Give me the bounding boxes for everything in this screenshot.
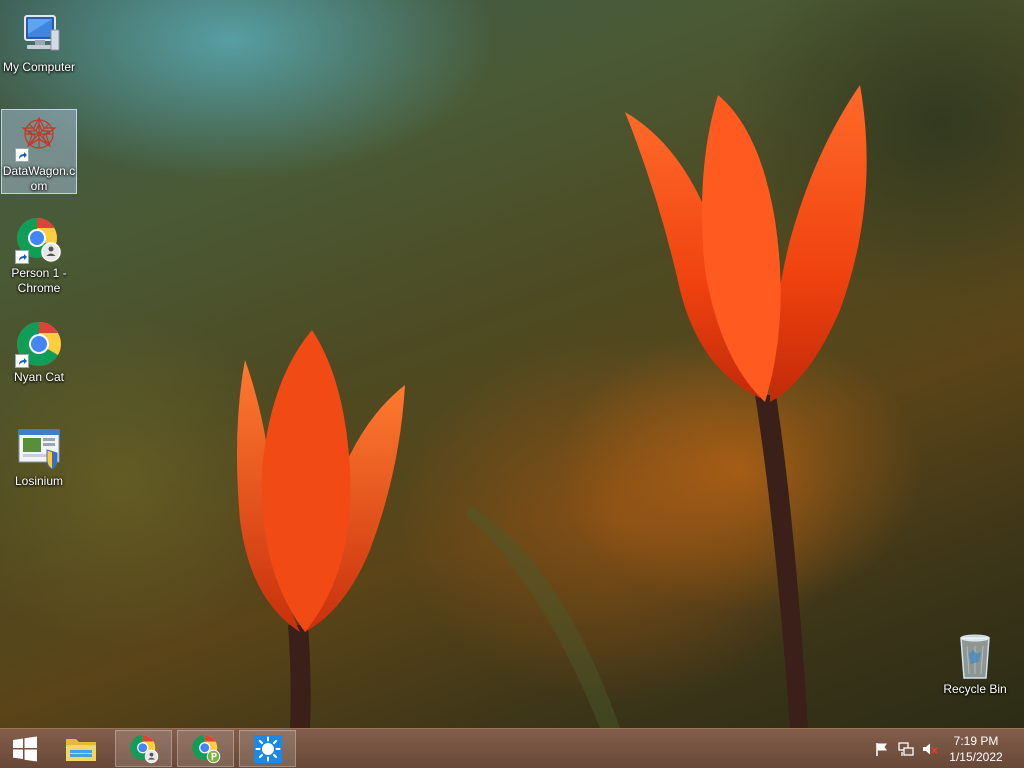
- flag-icon: [876, 743, 887, 756]
- desktop-icon-label: My Computer: [2, 60, 76, 74]
- windows-logo-icon: [13, 736, 37, 761]
- desktop-icon-label: Nyan Cat: [13, 370, 65, 384]
- network-icon: [898, 742, 914, 756]
- tray-volume[interactable]: [922, 741, 938, 757]
- sun-icon: [253, 734, 282, 763]
- chrome-person-icon: [15, 216, 63, 264]
- taskbar-chrome-person[interactable]: [115, 730, 172, 767]
- tray-action-center[interactable]: [874, 741, 890, 757]
- desktop[interactable]: My Computer DataWagon.com Person 1 - Chr…: [0, 0, 1024, 728]
- desktop-icon-label: Person 1 - Chrome: [11, 266, 67, 295]
- desktop-icon-my-computer[interactable]: My Computer: [1, 6, 77, 75]
- start-button[interactable]: [0, 730, 50, 767]
- chrome-icon: [15, 320, 63, 368]
- taskbar-app-sun[interactable]: [239, 730, 296, 767]
- desktop-icon-person1-chrome[interactable]: Person 1 - Chrome: [1, 212, 77, 296]
- volume-muted-icon: [923, 743, 938, 755]
- chrome-person-icon: [129, 734, 158, 763]
- desktop-icon-losinium[interactable]: Losinium: [1, 420, 77, 489]
- tray-network[interactable]: [898, 741, 914, 757]
- desktop-icon-label: DataWagon.com: [2, 164, 76, 193]
- desktop-icon-label: Losinium: [14, 474, 64, 488]
- recycle-bin-icon: [951, 632, 999, 680]
- desktop-icon-recycle-bin[interactable]: Recycle Bin: [937, 628, 1013, 697]
- clock-date: 1/15/2022: [949, 750, 1003, 764]
- taskbar-file-explorer[interactable]: [54, 730, 108, 767]
- losinium-app-icon: [15, 424, 63, 472]
- computer-icon: [15, 10, 63, 58]
- desktop-icon-label: Recycle Bin: [943, 682, 1007, 696]
- clock-time: 7:19 PM: [953, 734, 999, 748]
- chrome-p-icon: [191, 734, 220, 763]
- desktop-icon-nyan-cat[interactable]: Nyan Cat: [1, 316, 77, 385]
- taskbar: 7:19 PM 1/15/2022: [0, 728, 1024, 768]
- shortcut-arrow-icon: [15, 354, 29, 368]
- datawagon-logo-icon: [15, 114, 63, 162]
- taskbar-chrome-profile-p[interactable]: [177, 730, 234, 767]
- desktop-icon-datawagon[interactable]: DataWagon.com: [1, 109, 77, 194]
- tulip-wallpaper: [236, 85, 867, 728]
- shortcut-arrow-icon: [15, 250, 29, 264]
- folder-icon: [66, 738, 96, 761]
- shortcut-arrow-icon: [15, 148, 29, 162]
- taskbar-clock[interactable]: 7:19 PM 1/15/2022: [946, 733, 1006, 765]
